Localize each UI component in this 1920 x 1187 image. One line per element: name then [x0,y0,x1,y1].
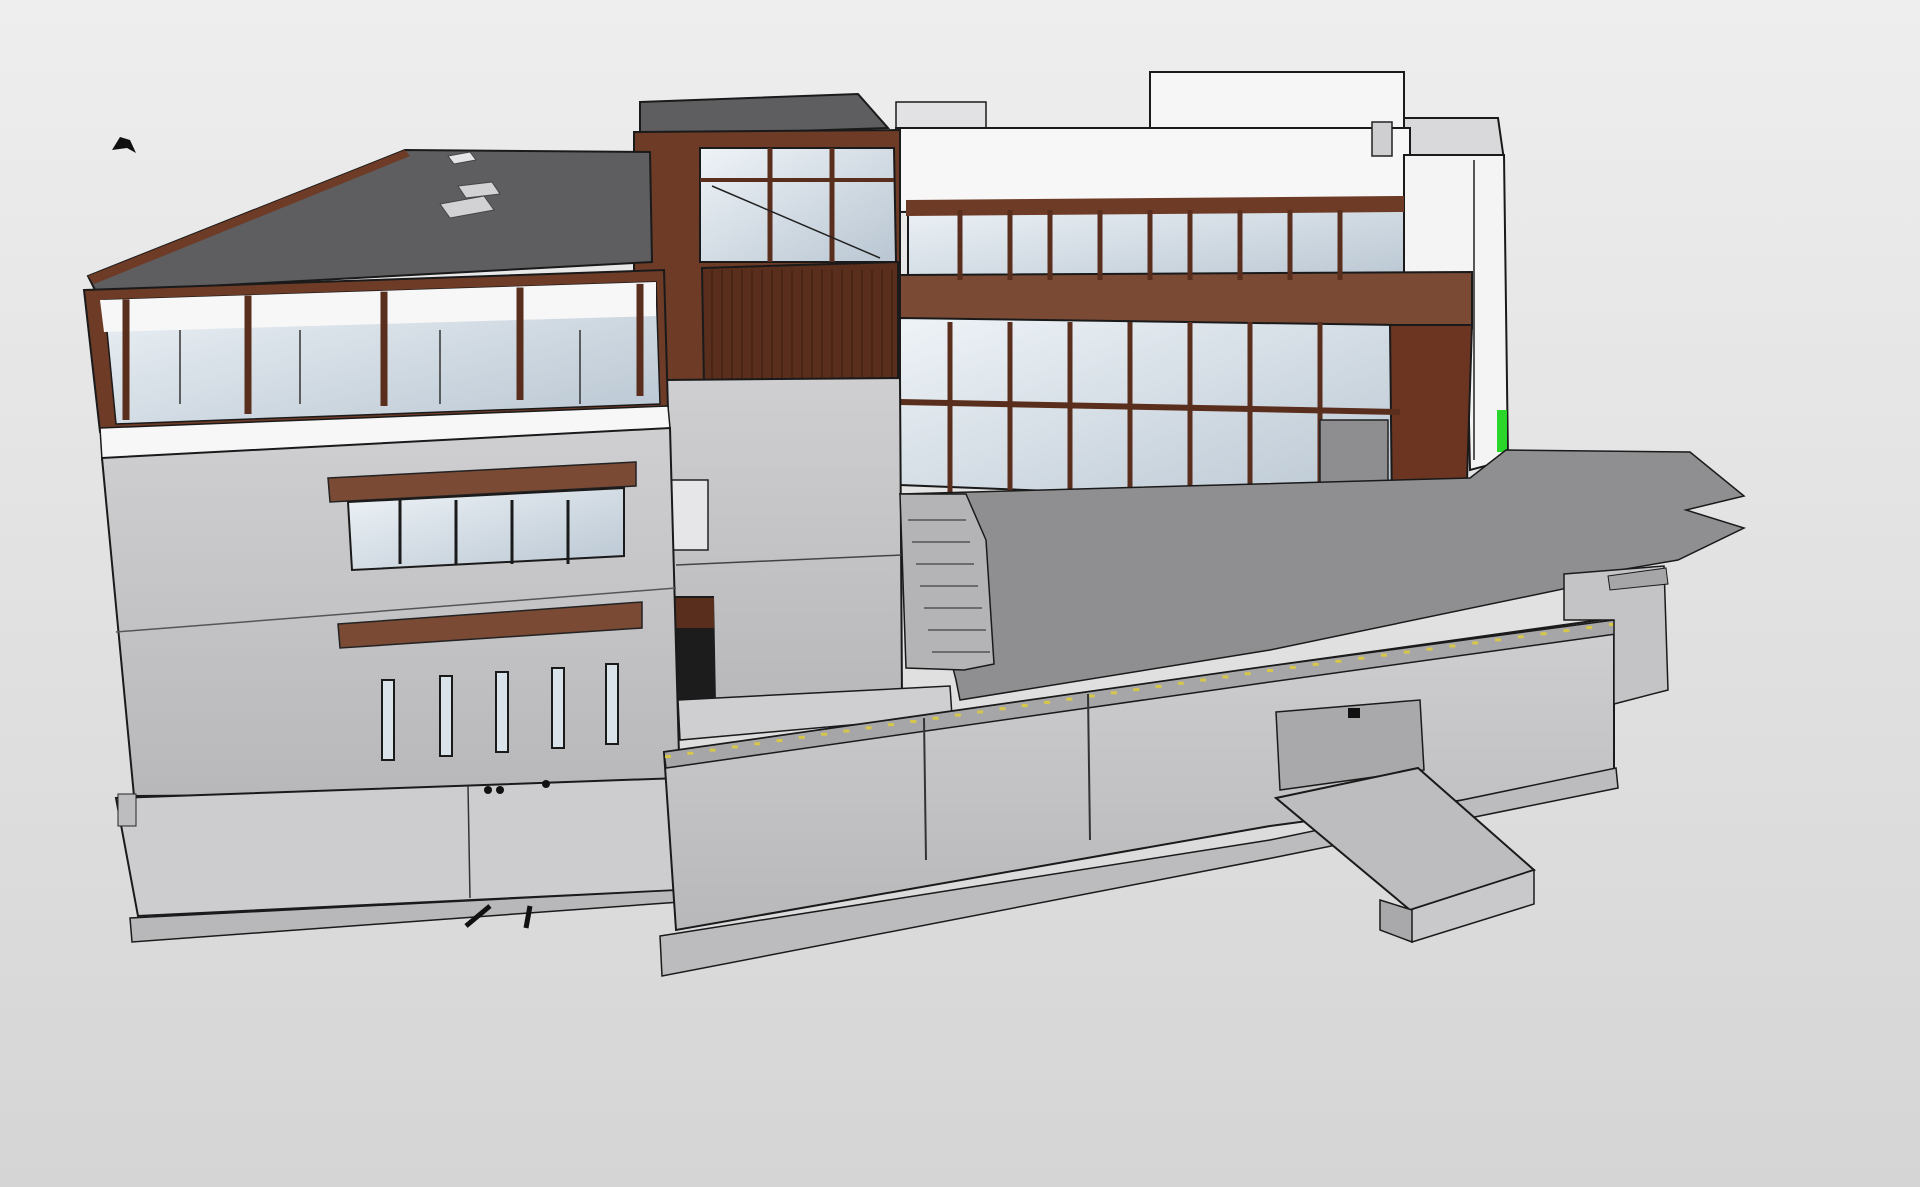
railing-post [1155,684,1162,688]
railing-post [687,751,694,755]
railing-post [1289,665,1296,669]
railing-post [1267,669,1273,672]
railing-post [1586,626,1593,630]
railing-post [1495,638,1501,642]
3d-viewport[interactable] [0,0,1920,1187]
railing-post [977,710,984,714]
narrow-window [605,663,619,745]
railing-post [1358,656,1365,660]
railing-post [1540,632,1547,636]
railing-post [1563,629,1570,633]
railing-post [776,739,783,743]
railing-post [1133,688,1140,692]
railing-post [731,745,738,749]
railing-post [1222,675,1229,679]
narrow-window [439,675,453,757]
railing-post [865,726,872,730]
railing-post [1449,644,1456,648]
railing-post [709,748,716,752]
railing-post [1426,647,1433,651]
railing-post [665,755,671,758]
railing-post [999,707,1006,711]
building-model-scene[interactable] [0,0,1920,1187]
railing-post [1110,691,1117,695]
green-marker [1497,410,1507,452]
railing-post [1066,697,1073,701]
railing-post [887,723,894,727]
railing-post [1335,659,1342,663]
narrow-window [551,667,565,749]
railing-post [798,735,805,739]
railing-post [910,719,917,723]
railing-post [1200,678,1207,682]
railing-post [1244,672,1251,676]
railing-post [843,729,850,733]
railing-post [932,716,939,720]
narrow-window [381,679,395,761]
railing-post [1044,700,1051,704]
railing-post [1088,694,1095,698]
railing-post [1472,641,1479,645]
railing-post [1312,662,1319,666]
railing-post [1403,650,1410,654]
railing-post [1021,704,1028,708]
railing-post [754,742,761,746]
railing-post [1381,653,1387,657]
railing-post [954,713,961,717]
right-wing[interactable] [899,196,1474,513]
railing-post [1517,635,1524,639]
narrow-window [495,671,509,753]
railing-post [821,732,828,736]
railing-post [1177,681,1184,685]
